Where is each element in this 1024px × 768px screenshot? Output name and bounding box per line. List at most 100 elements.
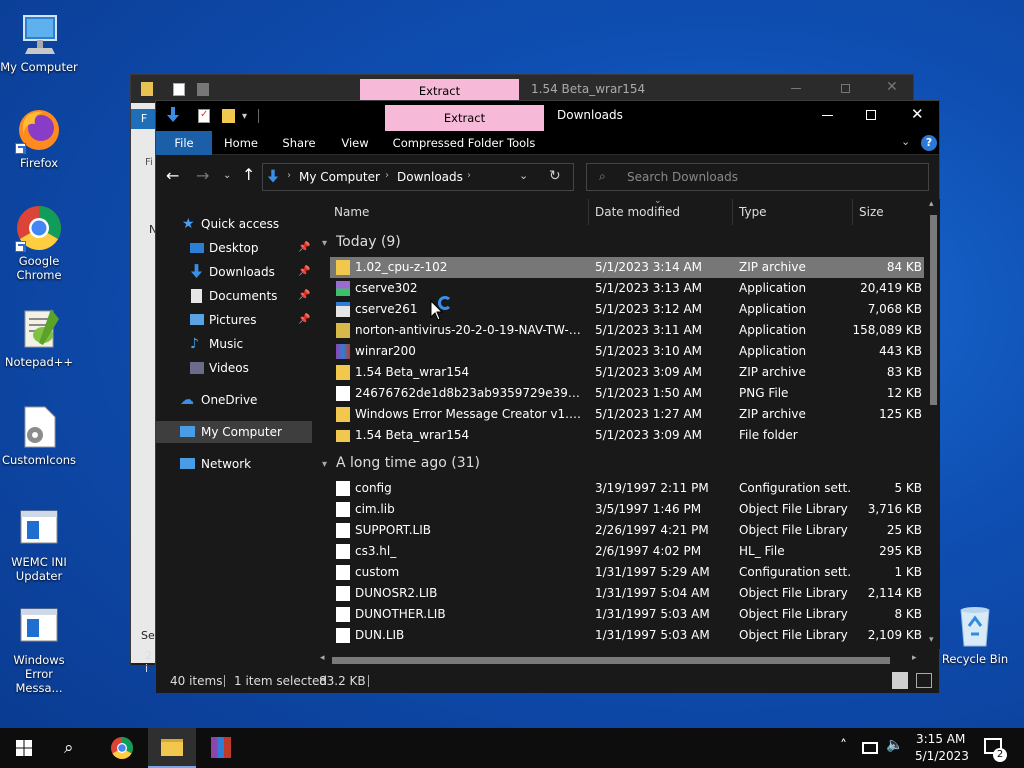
file-row[interactable]: cs3.hl_ 2/6/1997 4:02 PM HL_ File 295 KB: [330, 541, 924, 562]
column-header-name[interactable]: Name: [334, 205, 369, 219]
scrollbar-thumb[interactable]: [332, 657, 890, 664]
taskbar-chrome[interactable]: [98, 728, 146, 768]
nav-item-onedrive[interactable]: ☁ OneDrive: [156, 389, 312, 411]
file-row[interactable]: 1.54 Beta_wrar154 5/1/2023 3:09 AM ZIP a…: [330, 362, 924, 383]
nav-item-my-computer[interactable]: My Computer: [156, 421, 312, 443]
file-name[interactable]: cim.lib: [355, 499, 587, 520]
folder-icon[interactable]: [222, 109, 235, 123]
column-divider[interactable]: [852, 199, 853, 225]
volume-icon[interactable]: 🔈: [886, 737, 903, 753]
desktop-icon-recycle-bin[interactable]: Recycle Bin: [936, 602, 1014, 666]
desktop-icon-chrome[interactable]: Google Chrome: [0, 204, 78, 282]
up-button[interactable]: ↑: [242, 165, 255, 184]
taskbar-date[interactable]: 5/1/2023: [915, 749, 969, 763]
file-name[interactable]: 1.54 Beta_wrar154: [355, 362, 587, 383]
file-name[interactable]: winrar200: [355, 341, 587, 362]
file-row[interactable]: DUN.LIB 1/31/1997 5:03 AM Object File Li…: [330, 625, 924, 646]
scroll-right-arrow-icon[interactable]: ▸: [912, 653, 917, 663]
file-name[interactable]: DUNOTHER.LIB: [355, 604, 587, 625]
search-box[interactable]: ⌕ Search Downloads: [586, 163, 929, 191]
file-row[interactable]: winrar200 5/1/2023 3:10 AM Application 4…: [330, 341, 924, 362]
taskbar-winrar[interactable]: [198, 728, 246, 768]
file-name[interactable]: DUN.LIB: [355, 625, 587, 646]
file-row[interactable]: config 3/19/1997 2:11 PM Configuration s…: [330, 478, 924, 499]
network-icon[interactable]: [862, 742, 878, 754]
nav-item-quick-access[interactable]: ★ Quick access: [156, 213, 312, 235]
desktop-icon-wemc-ini-updater[interactable]: WEMC INI Updater: [0, 505, 78, 583]
scrollbar-thumb[interactable]: [930, 215, 937, 405]
file-name[interactable]: cs3.hl_: [355, 541, 587, 562]
forward-button[interactable]: →: [196, 166, 209, 185]
file-name[interactable]: norton-antivirus-20-2-0-19-NAV-TW-30-...: [355, 320, 587, 341]
nav-item-pictures[interactable]: Pictures 📌: [156, 309, 312, 331]
file-row[interactable]: 1.02_cpu-z-102 5/1/2023 3:14 AM ZIP arch…: [330, 257, 924, 278]
pin-icon[interactable]: 📌: [298, 237, 310, 259]
pin-icon[interactable]: 📌: [298, 261, 310, 283]
file-row[interactable]: cserve261 5/1/2023 3:12 AM Application 7…: [330, 299, 924, 320]
scroll-up-arrow-icon[interactable]: ▴: [929, 199, 934, 209]
scroll-left-arrow-icon[interactable]: ◂: [320, 653, 325, 663]
file-row[interactable]: cserve302 5/1/2023 3:13 AM Application 2…: [330, 278, 924, 299]
desktop-icon-notepad-plus-plus[interactable]: Notepad++: [0, 305, 78, 369]
large-icons-view-button[interactable]: [916, 673, 932, 688]
minimize-button[interactable]: [791, 88, 801, 89]
file-row[interactable]: SUPPORT.LIB 2/26/1997 4:21 PM Object Fil…: [330, 520, 924, 541]
nav-item-network[interactable]: Network: [156, 453, 312, 475]
desktop-icon-my-computer[interactable]: My Computer: [0, 10, 78, 74]
details-view-button[interactable]: [892, 672, 908, 689]
address-bar[interactable]: › My Computer › Downloads › ⌄ ↻: [262, 163, 574, 191]
collapse-chevron-icon[interactable]: ▾: [322, 454, 336, 476]
file-name[interactable]: 1.02_cpu-z-102: [355, 257, 587, 278]
file-list[interactable]: Name ⌄ Date modified Type Size ▾ Today (9…: [318, 199, 940, 655]
help-icon[interactable]: ?: [921, 135, 937, 151]
horizontal-scrollbar[interactable]: ◂ ▸: [318, 653, 926, 667]
file-row[interactable]: 1.54 Beta_wrar154 5/1/2023 3:09 AM File …: [330, 425, 924, 446]
nav-item-documents[interactable]: Documents 📌: [156, 285, 312, 307]
desktop-icon-customicons[interactable]: CustomIcons: [0, 403, 78, 467]
refresh-icon[interactable]: ↻: [549, 168, 561, 184]
breadcrumb-my-computer[interactable]: My Computer: [299, 170, 380, 184]
tab-home[interactable]: Home: [218, 131, 264, 155]
desktop-icon-windows-error-message[interactable]: Windows Error Messa...: [0, 603, 78, 695]
file-name[interactable]: DUNOSR2.LIB: [355, 583, 587, 604]
file-name[interactable]: custom: [355, 562, 587, 583]
group-header-today[interactable]: ▾ Today (9): [322, 231, 401, 253]
file-name[interactable]: Windows Error Message Creator v1.40.32 .…: [355, 404, 587, 425]
tab-file[interactable]: File: [156, 131, 212, 155]
collapse-chevron-icon[interactable]: ▾: [322, 233, 336, 255]
start-button[interactable]: [0, 728, 48, 768]
minimize-button[interactable]: [822, 115, 833, 116]
maximize-button[interactable]: [866, 110, 876, 120]
show-hidden-icons-chevron-icon[interactable]: ˄: [840, 738, 847, 754]
file-row[interactable]: norton-antivirus-20-2-0-19-NAV-TW-30-...…: [330, 320, 924, 341]
title-bar[interactable]: ✓ ▾ Extract Downloads ✕: [156, 101, 939, 131]
back-button[interactable]: ←: [166, 166, 179, 185]
explorer-window-downloads[interactable]: ✓ ▾ Extract Downloads ✕ File Home Share …: [155, 100, 940, 693]
column-divider[interactable]: [732, 199, 733, 225]
close-button[interactable]: ✕: [911, 105, 924, 123]
title-bar[interactable]: Extract 1.54 Beta_wrar154 ✕: [131, 75, 913, 103]
scroll-down-arrow-icon[interactable]: ▾: [929, 635, 934, 645]
tab-extract-highlight[interactable]: Extract: [385, 105, 544, 131]
nav-item-desktop[interactable]: Desktop 📌: [156, 237, 312, 259]
address-history-dropdown-icon[interactable]: ⌄: [519, 169, 528, 182]
file-row[interactable]: custom 1/31/1997 5:29 AM Configuration s…: [330, 562, 924, 583]
maximize-button[interactable]: [841, 84, 850, 93]
file-name[interactable]: 1.54 Beta_wrar154: [355, 425, 587, 446]
desktop-icon-firefox[interactable]: Firefox: [0, 106, 78, 170]
column-header-size[interactable]: Size: [859, 205, 884, 219]
file-row[interactable]: DUNOSR2.LIB 1/31/1997 5:04 AM Object Fil…: [330, 583, 924, 604]
expand-ribbon-icon[interactable]: ⌄: [901, 135, 910, 148]
pin-icon[interactable]: 📌: [298, 309, 310, 331]
tab-compressed-folder-tools[interactable]: Compressed Folder Tools: [392, 131, 536, 155]
breadcrumb-downloads[interactable]: Downloads: [397, 170, 463, 184]
file-name[interactable]: config: [355, 478, 587, 499]
taskbar-time[interactable]: 3:15 AM: [916, 732, 965, 746]
file-name[interactable]: cserve302: [355, 278, 587, 299]
search-input[interactable]: Search Downloads: [627, 170, 738, 184]
customize-toolbar-icon[interactable]: ▾: [242, 111, 247, 122]
search-button[interactable]: ⌕: [48, 728, 96, 768]
tab-view[interactable]: View: [332, 131, 378, 155]
recent-locations-button[interactable]: ⌄: [223, 170, 231, 181]
nav-item-music[interactable]: ♪ Music: [156, 333, 312, 355]
